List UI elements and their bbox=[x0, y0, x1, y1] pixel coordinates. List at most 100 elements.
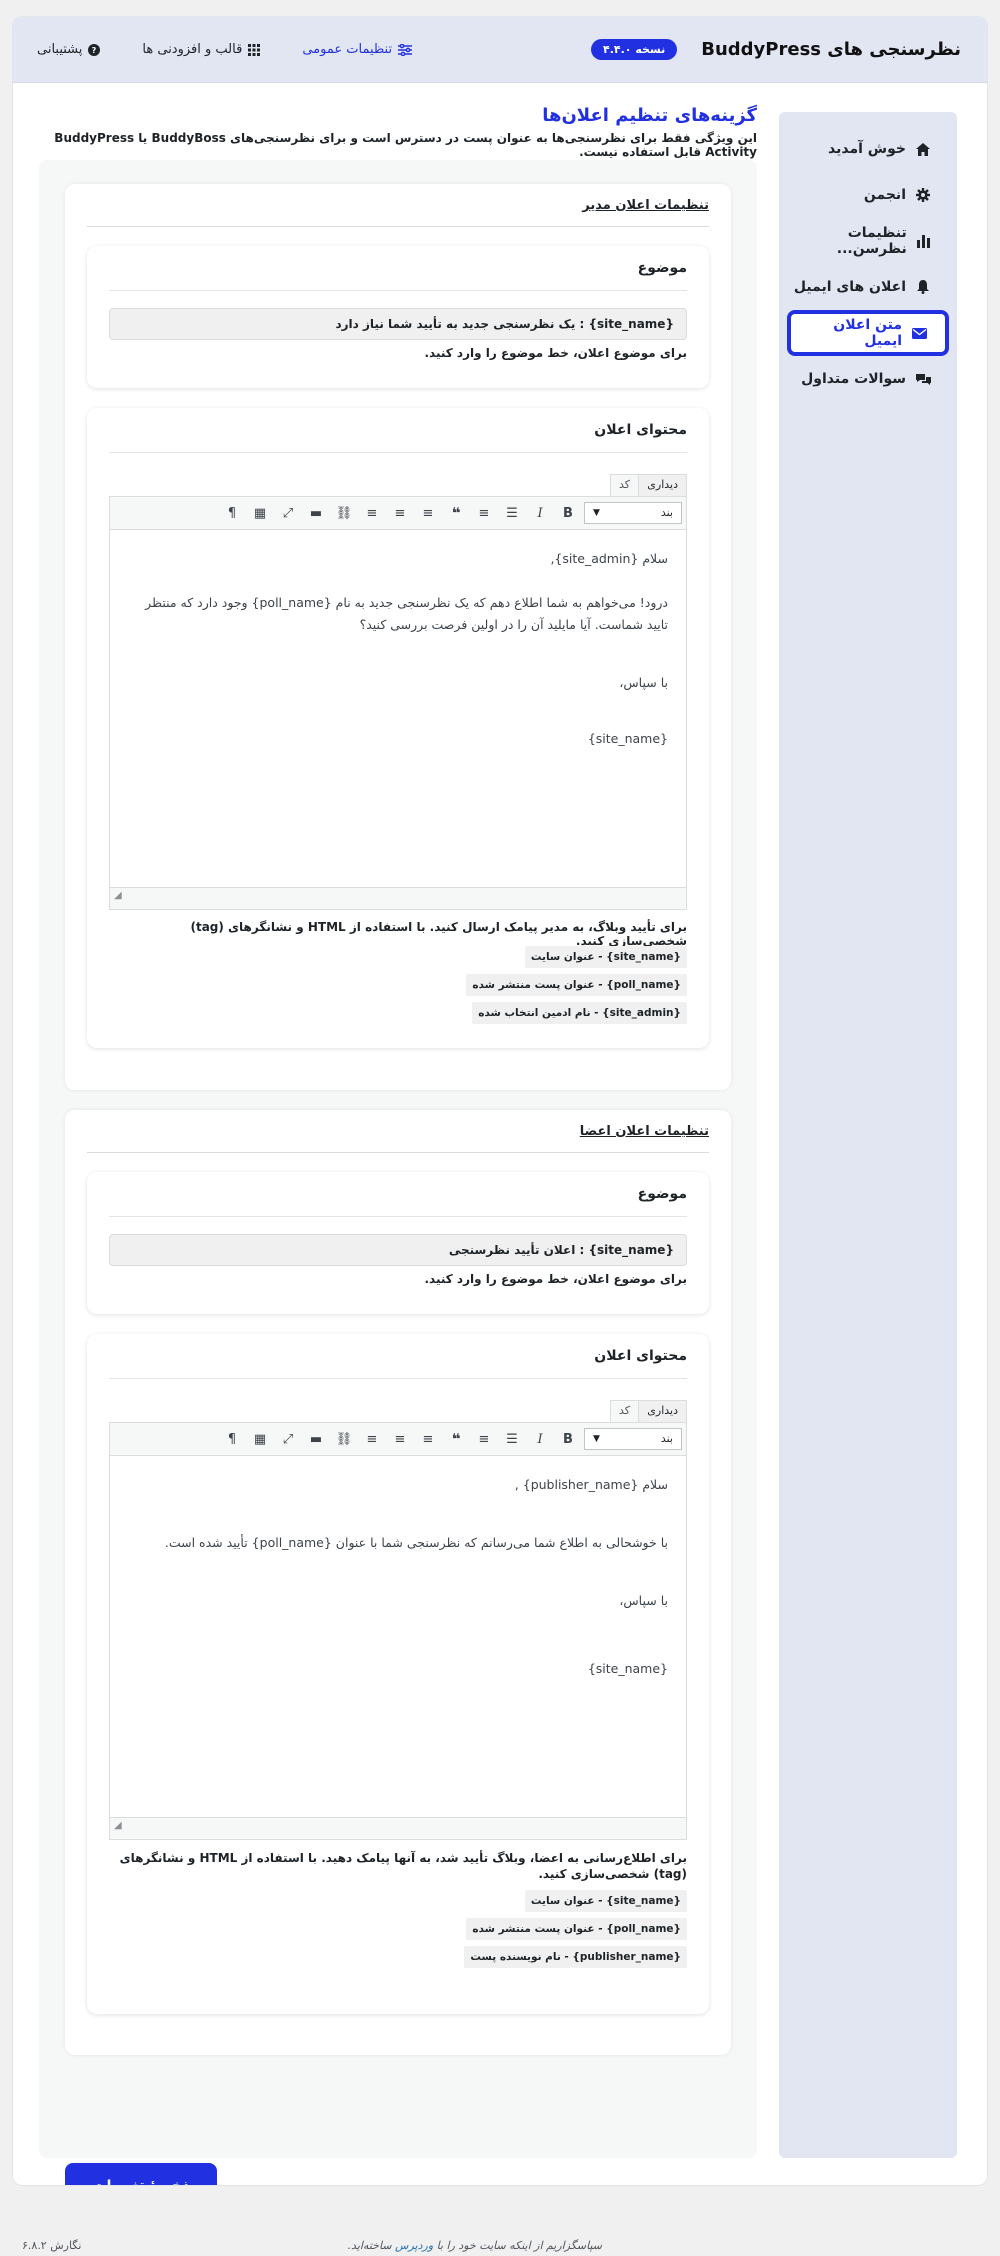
placeholder-tag: عنوان پست منتشر شده - {poll_name} bbox=[466, 1918, 687, 1940]
sidebar-item-email-notifications[interactable]: اعلان های ایمیل bbox=[779, 264, 957, 310]
fullscreen-icon[interactable]: ⤢ bbox=[276, 502, 300, 524]
align-center-icon[interactable]: ≡ bbox=[388, 1428, 412, 1450]
read-more-icon[interactable]: ▬ bbox=[304, 502, 328, 524]
read-more-icon[interactable]: ▬ bbox=[304, 1428, 328, 1450]
editor-toolbar: بند ▼ B I ☰ ≡ ❝ ≡ ≡ ≡ ⛓ ▬ ⤢ ▦ ¶ bbox=[109, 1422, 687, 1456]
page-title: گزینه‌های تنظیم اعلان‌ها bbox=[542, 105, 757, 126]
italic-icon[interactable]: I bbox=[528, 1428, 552, 1450]
numbered-list-icon[interactable]: ≡ bbox=[472, 1428, 496, 1450]
footer-version: نگارش ۶.۸.۲ bbox=[22, 2239, 82, 2252]
save-changes-button[interactable]: ذخیرهٔ تغییرات bbox=[65, 2163, 217, 2185]
resize-handle-icon[interactable]: ◢ bbox=[114, 1815, 122, 1837]
format-select-value: بند bbox=[660, 1432, 673, 1445]
divider bbox=[109, 1378, 687, 1379]
align-left-icon[interactable]: ≡ bbox=[416, 1428, 440, 1450]
nav-templates-label: قالب و افزودنی ها bbox=[142, 42, 243, 57]
sidebar-item-label: سوالات متداول bbox=[801, 371, 906, 387]
align-right-icon[interactable]: ≡ bbox=[360, 502, 384, 524]
grid-icon bbox=[248, 43, 261, 56]
tab-visual[interactable]: دیداری bbox=[638, 474, 687, 496]
admin-content-editor[interactable]: سلام {site_admin}, درود! می‌خواهم به شما… bbox=[109, 530, 687, 910]
caret-down-icon: ▼ bbox=[593, 508, 600, 518]
bullet-list-icon[interactable]: ☰ bbox=[500, 502, 524, 524]
nav-general-label: تنظیمات عمومی bbox=[302, 42, 393, 57]
tab-code[interactable]: کد bbox=[609, 474, 639, 496]
editor-line: سلام {publisher_name} , bbox=[514, 1477, 668, 1492]
align-center-icon[interactable]: ≡ bbox=[388, 502, 412, 524]
sliders-icon bbox=[398, 43, 413, 56]
editor-statusbar: ◢ bbox=[110, 887, 686, 909]
bullet-list-icon[interactable]: ☰ bbox=[500, 1428, 524, 1450]
placeholder-tag: عنوان پست منتشر شده - {poll_name} bbox=[466, 974, 687, 996]
toolbar-toggle-icon[interactable]: ▦ bbox=[248, 1428, 272, 1450]
sidebar-item-faq[interactable]: سوالات متداول bbox=[779, 356, 957, 402]
sidebar-item-email-text[interactable]: متن اعلان ایمیل bbox=[787, 310, 949, 356]
bold-icon[interactable]: B bbox=[556, 502, 580, 524]
sidebar-item-label: اعلان های ایمیل bbox=[793, 279, 906, 295]
italic-icon[interactable]: I bbox=[528, 502, 552, 524]
footer-thanks-suffix: ساخته‌اید. bbox=[347, 2239, 392, 2252]
nav-general-settings[interactable]: تنظیمات عمومی bbox=[302, 42, 413, 57]
footer-thanks-prefix: سپاسگزاریم از اینکه سایت خود را با bbox=[436, 2239, 602, 2252]
format-select[interactable]: بند ▼ bbox=[584, 1428, 682, 1450]
nav-templates[interactable]: قالب و افزودنی ها bbox=[142, 42, 261, 57]
divider bbox=[109, 290, 687, 291]
align-right-icon[interactable]: ≡ bbox=[360, 1428, 384, 1450]
sidebar-item-label: متن اعلان ایمیل bbox=[833, 317, 903, 349]
sidebar-item-forum[interactable]: انجمن bbox=[779, 172, 957, 218]
subject-hint: برای موضوع اعلان، خط موضوع را وارد کنید. bbox=[424, 346, 687, 360]
blockquote-icon[interactable]: ❝ bbox=[444, 1428, 468, 1450]
numbered-list-icon[interactable]: ≡ bbox=[472, 502, 496, 524]
card-title: محتوای اعلان bbox=[594, 1348, 687, 1364]
editor-line: {site_name} bbox=[587, 731, 668, 746]
divider bbox=[109, 452, 687, 453]
sidebar-item-label: انجمن bbox=[863, 187, 906, 203]
tab-visual[interactable]: دیداری bbox=[638, 1400, 687, 1422]
main-content: گزینه‌های تنظیم اعلان‌ها این ویژگی فقط ب… bbox=[39, 105, 757, 2185]
editor-tabs: دیداری کد bbox=[109, 1400, 687, 1422]
sidebar-item-poll-settings[interactable]: تنظیمات نظرسن... bbox=[779, 218, 957, 264]
subject-hint: برای موضوع اعلان، خط موضوع را وارد کنید. bbox=[424, 1272, 687, 1286]
card-title: موضوع bbox=[637, 260, 687, 276]
admin-subject-input[interactable]: {site_name} : یک نظرسنجی جدید به تأیید ش… bbox=[109, 308, 687, 340]
content-hint: برای تأیید وبلاگ، به مدیر پیامک ارسال کن… bbox=[190, 920, 687, 948]
editor-line: با خوشحالی به اطلاع شما می‌رسانم که نظرس… bbox=[164, 1535, 668, 1550]
link-icon[interactable]: ⛓ bbox=[332, 1428, 356, 1450]
gear-icon bbox=[915, 188, 931, 202]
admin-notification-section: تنظیمات اعلان مدیر موضوع {site_name} : ی… bbox=[65, 184, 731, 1090]
paragraph-icon[interactable]: ¶ bbox=[220, 1428, 244, 1450]
link-icon[interactable]: ⛓ bbox=[332, 502, 356, 524]
editor-line: سلام {site_admin}, bbox=[550, 551, 668, 566]
footer-thanks: سپاسگزاریم از اینکه سایت خود را با وردپر… bbox=[348, 2239, 602, 2252]
bold-icon[interactable]: B bbox=[556, 1428, 580, 1450]
fullscreen-icon[interactable]: ⤢ bbox=[276, 1428, 300, 1450]
member-content-card: محتوای اعلان دیداری کد بند ▼ B I ☰ ≡ ❝ ≡ bbox=[87, 1334, 709, 2014]
bell-icon bbox=[915, 280, 931, 294]
app-window: نظرسنجی های BuddyPress نسخه ۴.۴.۰ تنظیما… bbox=[12, 16, 988, 2186]
blockquote-icon[interactable]: ❝ bbox=[444, 502, 468, 524]
align-left-icon[interactable]: ≡ bbox=[416, 502, 440, 524]
admin-subject-card: موضوع {site_name} : یک نظرسنجی جدید به ت… bbox=[87, 246, 709, 388]
format-select[interactable]: بند ▼ bbox=[584, 502, 682, 524]
resize-handle-icon[interactable]: ◢ bbox=[114, 885, 122, 907]
format-select-value: بند bbox=[660, 506, 673, 519]
header-brand: نظرسنجی های BuddyPress نسخه ۴.۴.۰ bbox=[590, 39, 961, 60]
member-notification-section: تنظیمات اعلان اعضا موضوع {site_name} : ا… bbox=[65, 1110, 731, 2055]
wordpress-link[interactable]: وردپرس bbox=[395, 2239, 433, 2252]
sidebar-item-welcome[interactable]: خوش آمدید bbox=[779, 126, 957, 172]
placeholder-tag: نام نویسنده پست - {publisher_name} bbox=[464, 1946, 687, 1968]
placeholder-tag: عنوان سایت - {site_name} bbox=[524, 946, 687, 968]
tab-code[interactable]: کد bbox=[609, 1400, 639, 1422]
member-subject-input[interactable]: {site_name} : اعلان تأیید نظرسنجی bbox=[109, 1234, 687, 1266]
card-title: محتوای اعلان bbox=[594, 422, 687, 438]
paragraph-icon[interactable]: ¶ bbox=[220, 502, 244, 524]
divider bbox=[87, 1152, 709, 1153]
admin-content-card: محتوای اعلان دیداری کد بند ▼ B I ☰ ≡ ❝ ≡ bbox=[87, 408, 709, 1048]
bar-chart-icon bbox=[916, 234, 931, 248]
sidebar: خوش آمدید انجمن تنظیمات نظرسن... اعلان ه… bbox=[779, 112, 957, 2158]
divider bbox=[87, 226, 709, 227]
nav-support[interactable]: ? پشتیبانی bbox=[37, 42, 101, 57]
toolbar-toggle-icon[interactable]: ▦ bbox=[248, 502, 272, 524]
home-icon bbox=[915, 142, 931, 156]
member-content-editor[interactable]: سلام {publisher_name} , با خوشحالی به اط… bbox=[109, 1456, 687, 1840]
